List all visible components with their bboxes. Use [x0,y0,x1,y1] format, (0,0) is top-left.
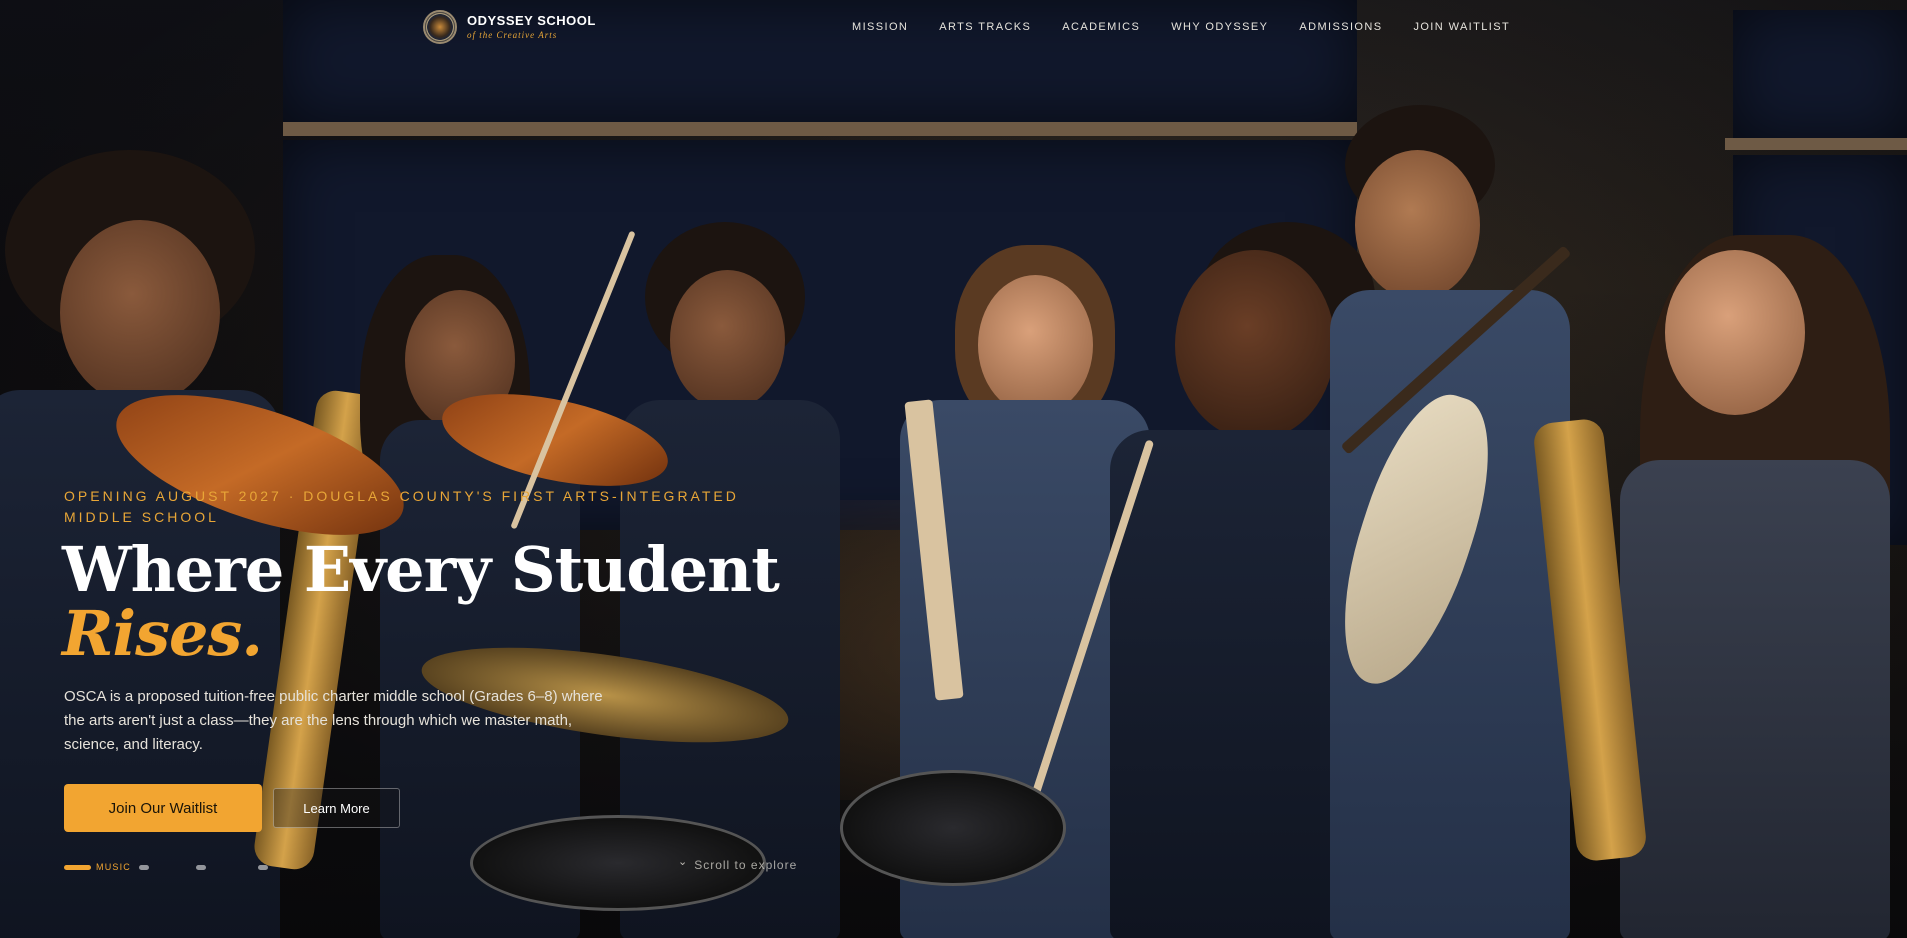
slide-indicator-active[interactable] [64,864,91,870]
scroll-hint[interactable]: ⌄ Scroll to explore [678,855,798,873]
logo-home-link[interactable]: ODYSSEY SCHOOL of the Creative Arts [423,10,596,44]
chevron-down-icon: ⌄ [678,855,689,868]
slide-indicators: MUSIC [64,862,268,872]
hero-headline: Where Every Student Rises. [62,538,780,670]
slide-indicator-2[interactable] [139,864,149,870]
nav-links: MISSION ARTS TRACKS ACADEMICS WHY ODYSSE… [852,21,1541,33]
logo-name: ODYSSEY SCHOOL [467,13,596,28]
nav-link-academics[interactable]: ACADEMICS [1062,21,1140,33]
slide-indicator-3[interactable] [196,864,206,870]
hero-section: ODYSSEY SCHOOL of the Creative Arts MISS… [0,0,1907,938]
slide-indicator-label: MUSIC [96,862,131,872]
join-waitlist-button[interactable]: Join Our Waitlist [64,784,262,832]
nav-link-arts-tracks[interactable]: ARTS TRACKS [939,21,1031,33]
hero-eyebrow: OPENING AUGUST 2027 · DOUGLAS COUNTY'S F… [64,488,739,525]
nav-link-admissions[interactable]: ADMISSIONS [1299,21,1382,33]
scroll-hint-label: Scroll to explore [694,858,798,872]
nav-link-join-waitlist[interactable]: JOIN WAITLIST [1413,21,1510,33]
hero-headline-line1: Where Every Student [62,533,780,606]
learn-more-button[interactable]: Learn More [273,788,400,828]
hero-headline-accent: Rises. [62,597,263,670]
nav-link-why-odyssey[interactable]: WHY ODYSSEY [1171,21,1268,33]
school-crest-icon [423,10,457,44]
hero-description: OSCA is a proposed tuition-free public c… [64,688,603,753]
top-nav: ODYSSEY SCHOOL of the Creative Arts MISS… [0,0,1907,56]
slide-indicator-4[interactable] [258,864,268,870]
nav-link-mission[interactable]: MISSION [852,21,908,33]
logo-tagline: of the Creative Arts [467,30,558,40]
